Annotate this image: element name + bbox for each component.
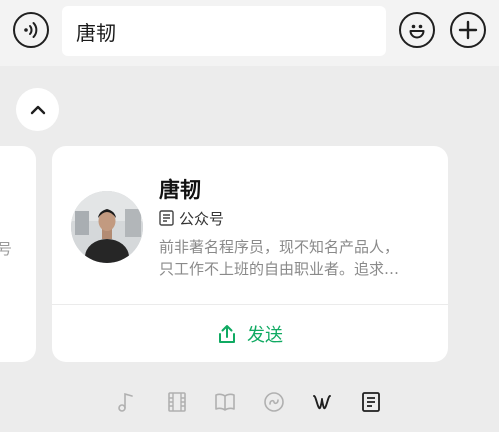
description-line-1: 前非著名程序员，现不知名产品人， (159, 238, 400, 256)
search-query: 唐韧 (76, 20, 116, 45)
tab-video[interactable] (165, 390, 189, 414)
send-button[interactable]: 发送 (52, 305, 448, 362)
description-line-2: 只工作不上班的自由职业者。追求… (159, 260, 400, 278)
emoji-icon (409, 24, 425, 39)
add-icon (458, 20, 478, 40)
article-icon (159, 210, 174, 226)
search-input[interactable]: 唐韧 (62, 6, 386, 56)
article-icon (362, 392, 380, 412)
book-icon (215, 393, 235, 411)
tab-channels[interactable] (310, 390, 334, 414)
send-label: 发送 (247, 324, 283, 346)
chevron-up-icon (30, 105, 45, 114)
miniprogram-icon (264, 392, 284, 412)
share-icon (219, 324, 235, 343)
tab-music[interactable] (114, 390, 138, 414)
voice-icon (24, 22, 38, 38)
video-icon (168, 392, 186, 412)
tab-miniprogram[interactable] (262, 390, 286, 414)
add-button[interactable] (450, 12, 486, 48)
top-bar: 唐韧 (0, 0, 499, 66)
music-icon (118, 392, 133, 412)
collapse-button[interactable] (16, 88, 59, 131)
channels-icon (313, 395, 331, 410)
previous-card[interactable]: 号 (0, 146, 36, 362)
emoji-button[interactable] (399, 12, 435, 48)
previous-card-text: 号 (0, 240, 12, 258)
account-description: 前非著名程序员，现不知名产品人， 只工作不上班的自由职业者。追求… (159, 236, 431, 280)
account-type: 公众号 (159, 208, 224, 228)
voice-button[interactable] (13, 12, 49, 48)
tab-book[interactable] (213, 390, 237, 414)
category-tabbar (0, 382, 499, 422)
avatar[interactable] (71, 191, 143, 263)
tab-article[interactable] (359, 390, 383, 414)
account-name: 唐韧 (159, 178, 201, 202)
account-card[interactable]: 唐韧 公众号 前非著名程序员，现不知名产品人， 只工作不上班的自由职业者。追求…… (52, 146, 448, 362)
account-type-label: 公众号 (179, 209, 225, 228)
